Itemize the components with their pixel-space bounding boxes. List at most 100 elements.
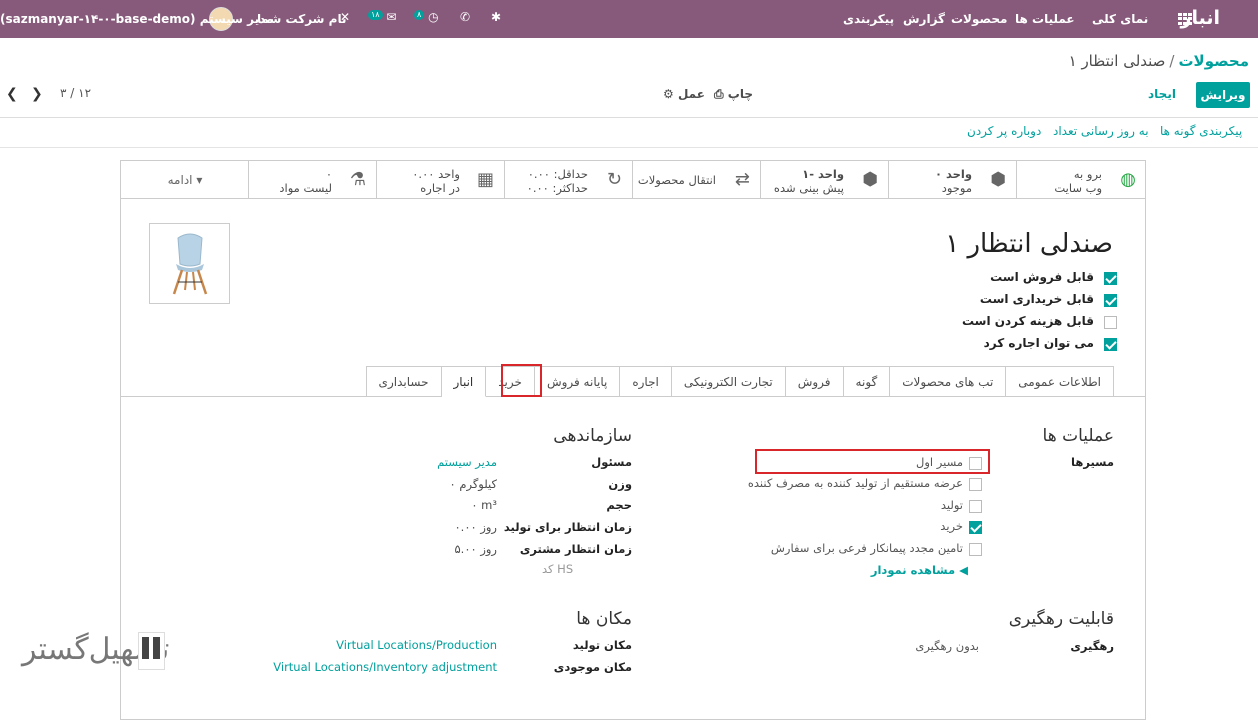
- smart-button-text: برو به وب سایت: [1054, 167, 1102, 195]
- print-button[interactable]: ⎙ چاپ: [714, 87, 753, 102]
- can-be-sold-label: قابل فروش است: [990, 270, 1094, 284]
- product-image[interactable]: [149, 223, 230, 304]
- edit-button[interactable]: ویرایش: [1196, 82, 1250, 108]
- hs-code-placeholder[interactable]: کد HS: [542, 562, 632, 576]
- app-name[interactable]: انبار: [1181, 7, 1220, 29]
- print-label: چاپ: [727, 87, 754, 101]
- weight-value[interactable]: ۰ کیلوگرم: [450, 477, 497, 491]
- route-buy-label: خرید: [940, 519, 963, 533]
- weight-label: وزن: [608, 477, 632, 491]
- more-dropdown[interactable]: ادامه ▾: [121, 161, 249, 199]
- chair-image: [172, 233, 208, 295]
- website-smart-button[interactable]: ◍ برو به وب سایت: [1016, 161, 1146, 199]
- breadcrumb-root[interactable]: محصولات: [1178, 52, 1249, 70]
- can-be-expensed-checkbox[interactable]: [1104, 316, 1117, 329]
- menu-configuration[interactable]: پیکربندی: [843, 12, 894, 26]
- pager-next-icon[interactable]: ❯: [31, 86, 43, 102]
- first-route-highlight: [755, 449, 990, 474]
- configure-variants-button[interactable]: پیکربندی گونه ها: [1160, 124, 1242, 138]
- create-button[interactable]: ایجاد: [1148, 87, 1176, 101]
- print-icon: ⎙: [714, 87, 724, 101]
- production-location-label: مکان تولید: [572, 638, 632, 652]
- notebook-tabs: اطلاعات عمومی تب های محصولات گونه فروش ت…: [365, 366, 1114, 397]
- tab-point-of-sale[interactable]: پایانه فروش: [534, 366, 621, 397]
- smart-button-text: انتقال محصولات: [637, 173, 716, 187]
- user-name: مدیر سیستم: [199, 12, 274, 26]
- divider: [0, 117, 1258, 118]
- route-manufacture-label: تولید: [940, 498, 963, 512]
- tab-inventory[interactable]: انبار: [441, 366, 487, 397]
- responsible-value[interactable]: مدیر سیستم: [437, 455, 497, 469]
- activity-clock-icon[interactable]: ۸ ◷: [414, 10, 439, 24]
- can-be-rented-checkbox[interactable]: [1104, 338, 1117, 351]
- messages-icon[interactable]: ۱۸ ✉: [368, 10, 396, 24]
- smart-button-text: ۱- واحد پیش بینی شده: [773, 167, 844, 195]
- menu-reporting[interactable]: گزارش: [903, 12, 945, 26]
- breadcrumb-current: صندلی انتظار ۱: [1068, 52, 1166, 70]
- can-be-expensed-label: قابل هزینه کردن است: [961, 314, 1094, 328]
- customer-lead-value[interactable]: ۵.۰۰ روز: [454, 542, 497, 556]
- customer-lead-label: زمان انتظار مشتری: [519, 542, 632, 556]
- view-diagram-link[interactable]: مشاهده نمودار ◀: [871, 563, 968, 577]
- inventory-location-label: مکان موجودی: [553, 660, 632, 674]
- divider: [0, 147, 1258, 148]
- action-button[interactable]: ⚙ عمل: [663, 87, 705, 101]
- route-dropship-checkbox[interactable]: [969, 478, 982, 491]
- production-location-value[interactable]: Virtual Locations/Production: [336, 638, 497, 652]
- routes-label: مسیرها: [1071, 455, 1114, 469]
- pager-value[interactable]: ۳ / ۱۲: [60, 86, 91, 100]
- product-moves-smart-button[interactable]: ⇄ انتقال محصولات: [632, 161, 760, 199]
- more-label: ادامه: [167, 173, 193, 187]
- tab-product-tabs[interactable]: تب های محصولات: [890, 366, 1007, 397]
- exchange-icon: ⇄: [734, 169, 750, 190]
- forecasted-smart-button[interactable]: ⬢ ۱- واحد پیش بینی شده: [760, 161, 888, 199]
- menu-products[interactable]: محصولات: [951, 12, 1007, 26]
- tab-ecommerce[interactable]: تجارت الکترونیکی: [671, 366, 786, 397]
- phone-icon[interactable]: ✆: [460, 10, 470, 24]
- inventory-location-value[interactable]: Virtual Locations/Inventory adjustment: [273, 660, 497, 674]
- breadcrumb-separator: /: [1169, 52, 1175, 70]
- in-rental-smart-button[interactable]: ▦ ۰.۰۰ واحد در اجاره: [376, 161, 504, 199]
- menu-operations[interactable]: عملیات ها: [1015, 12, 1075, 26]
- can-be-purchased-label: قابل خریداری است: [979, 292, 1094, 306]
- reordering-smart-button[interactable]: ↻ حداقل: ۰.۰۰ حداکثر: ۰.۰۰: [504, 161, 632, 199]
- route-buy-checkbox[interactable]: [969, 521, 982, 534]
- messages-badge: ۱۸: [368, 10, 383, 20]
- top-navbar: انبار نمای کلی عملیات ها محصولات گزارش پ…: [0, 0, 1258, 38]
- on-hand-smart-button[interactable]: ⬢ ۰ واحد موجود: [888, 161, 1016, 199]
- route-subcontract-label: تامین مجدد پیمانکار فرعی برای سفارش: [770, 541, 963, 555]
- smart-button-text: ۰ واحد موجود: [934, 167, 972, 195]
- smart-button-text: ۰ لیست مواد: [279, 167, 332, 195]
- gear-icon: ⚙: [663, 87, 674, 101]
- tab-rental[interactable]: اجاره: [620, 366, 672, 397]
- smart-button-text: حداقل: ۰.۰۰ حداکثر: ۰.۰۰: [526, 167, 588, 195]
- diagram-link-label: مشاهده نمودار: [870, 563, 956, 577]
- replenish-button[interactable]: دوباره پر کردن: [967, 124, 1041, 138]
- bug-icon[interactable]: ✱: [491, 10, 501, 24]
- user-menu[interactable]: (sazmanyar-۱۴-۰-base-demo) مدیر سیستم: [0, 12, 273, 26]
- update-quantity-button[interactable]: به روز رسانی تعداد: [1053, 124, 1149, 138]
- tracking-value[interactable]: بدون رهگیری: [915, 639, 979, 653]
- manufacturing-lead-value[interactable]: ۰.۰۰ روز: [454, 520, 497, 534]
- route-subcontract-checkbox[interactable]: [969, 543, 982, 556]
- route-manufacture-checkbox[interactable]: [969, 500, 982, 513]
- organization-title: سازماندهی: [553, 426, 632, 446]
- breadcrumb: محصولات/صندلی انتظار ۱: [1069, 52, 1249, 70]
- tab-general-info[interactable]: اطلاعات عمومی: [1006, 366, 1114, 397]
- tab-accounting[interactable]: حسابداری: [365, 366, 442, 397]
- bom-smart-button[interactable]: ⚗ ۰ لیست مواد: [248, 161, 376, 199]
- tab-sales[interactable]: فروش: [785, 366, 844, 397]
- operations-title: عملیات ها: [1042, 426, 1114, 446]
- action-label: عمل: [677, 87, 705, 101]
- tab-variants[interactable]: گونه: [843, 366, 891, 397]
- menu-overview[interactable]: نمای کلی: [1092, 12, 1148, 26]
- volume-label: حجم: [606, 498, 632, 512]
- can-be-rented-label: می توان اجاره کرد: [983, 336, 1094, 350]
- db-name: (sazmanyar-۱۴-۰-base-demo): [0, 12, 196, 26]
- can-be-purchased-checkbox[interactable]: [1104, 294, 1117, 307]
- volume-value[interactable]: ۰ m³: [471, 498, 497, 512]
- product-name[interactable]: صندلی انتظار ۱: [945, 229, 1113, 259]
- can-be-sold-checkbox[interactable]: [1104, 272, 1117, 285]
- pager-previous-icon[interactable]: ❮: [6, 86, 18, 102]
- arrow-left-icon: ◀: [959, 563, 968, 577]
